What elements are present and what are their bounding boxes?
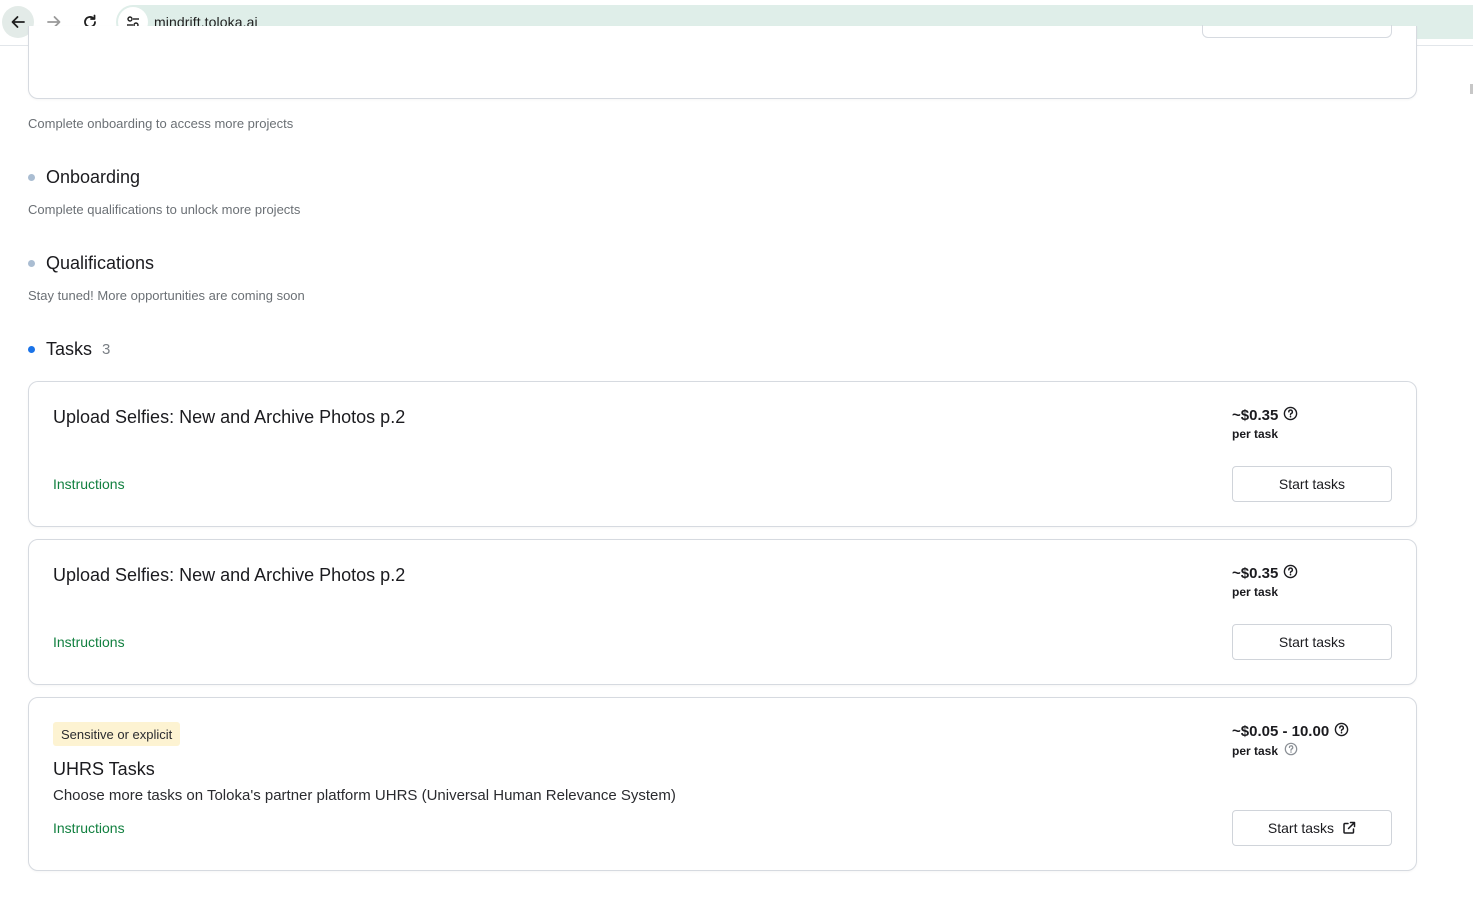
stay-tuned-text: Stay tuned! More opportunities are comin… bbox=[28, 288, 305, 303]
task-title: Upload Selfies: New and Archive Photos p… bbox=[53, 565, 406, 585]
qualifications-hint: Complete qualifications to unlock more p… bbox=[28, 202, 301, 217]
arrow-left-icon bbox=[11, 16, 25, 28]
start-tasks-button[interactable]: Start tasks bbox=[1232, 466, 1392, 502]
section-title-qualifications: Qualifications bbox=[46, 253, 155, 273]
help-circle-icon[interactable] bbox=[1284, 742, 1298, 759]
task-title: UHRS Tasks bbox=[53, 759, 155, 779]
help-circle-icon[interactable] bbox=[1334, 722, 1349, 741]
onboarding-hint: Complete onboarding to access more proje… bbox=[28, 116, 294, 131]
price-value: ~$0.05 - 10.00 bbox=[1232, 723, 1330, 740]
previous-card-button[interactable] bbox=[1202, 25, 1392, 38]
section-bullet bbox=[28, 174, 35, 181]
per-task-label: per task bbox=[1232, 585, 1279, 599]
section-onboarding: Onboarding bbox=[28, 167, 140, 188]
task-price: ~$0.05 - 10.00 bbox=[1232, 722, 1349, 741]
section-qualifications: Qualifications bbox=[28, 253, 154, 274]
task-card-uhrs: Sensitive or explicit UHRS Tasks Choose … bbox=[28, 697, 1417, 871]
task-title: Upload Selfies: New and Archive Photos p… bbox=[53, 407, 406, 427]
per-task-label: per task bbox=[1232, 427, 1279, 441]
task-card: Upload Selfies: New and Archive Photos p… bbox=[28, 539, 1417, 685]
start-tasks-button[interactable]: Start tasks bbox=[1232, 624, 1392, 660]
section-title-onboarding: Onboarding bbox=[46, 167, 141, 187]
start-tasks-external-button[interactable]: Start tasks bbox=[1232, 810, 1392, 846]
section-tasks: Tasks 3 bbox=[28, 339, 110, 360]
start-tasks-label: Start tasks bbox=[1278, 476, 1346, 492]
help-circle-icon[interactable] bbox=[1283, 406, 1298, 425]
price-value: ~$0.35 bbox=[1232, 407, 1279, 424]
external-link-icon bbox=[1342, 821, 1356, 835]
start-tasks-label: Start tasks bbox=[1278, 634, 1346, 650]
price-value: ~$0.35 bbox=[1232, 565, 1279, 582]
help-circle-icon[interactable] bbox=[1283, 564, 1298, 583]
task-price: ~$0.35 bbox=[1232, 406, 1298, 425]
per-task-label: per task bbox=[1232, 743, 1279, 758]
tasks-count: 3 bbox=[102, 341, 111, 358]
sensitive-badge: Sensitive or explicit bbox=[53, 722, 181, 746]
section-bullet bbox=[28, 260, 35, 267]
task-card: Upload Selfies: New and Archive Photos p… bbox=[28, 381, 1417, 527]
task-price: ~$0.35 bbox=[1232, 564, 1298, 583]
instructions-link[interactable]: Instructions bbox=[53, 634, 125, 650]
previous-card bbox=[28, 25, 1417, 99]
per-task-row: per task bbox=[1232, 742, 1298, 759]
page-content: Complete onboarding to access more proje… bbox=[0, 25, 1473, 910]
start-tasks-label: Start tasks bbox=[1267, 820, 1335, 836]
section-title-tasks: Tasks bbox=[46, 339, 93, 359]
task-description: Choose more tasks on Toloka's partner pl… bbox=[53, 787, 676, 804]
instructions-link[interactable]: Instructions bbox=[53, 476, 125, 492]
section-bullet-active bbox=[28, 346, 35, 353]
instructions-link[interactable]: Instructions bbox=[53, 820, 125, 836]
